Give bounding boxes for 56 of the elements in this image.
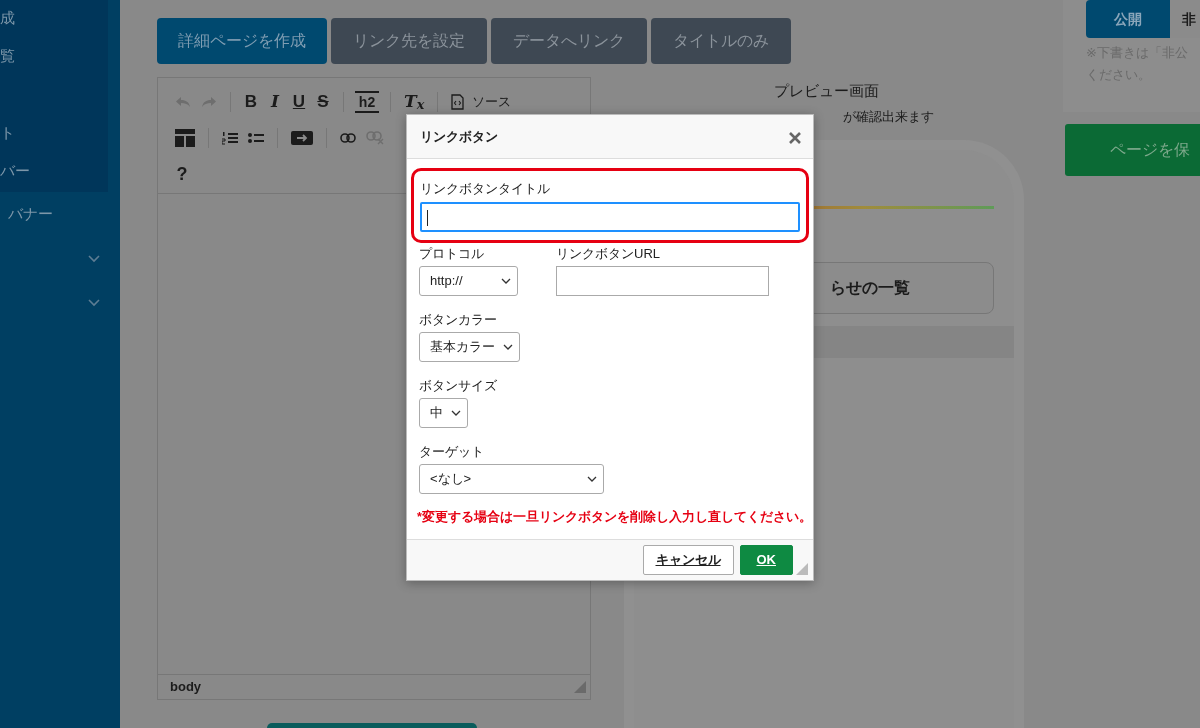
preview-subtitle: が確認出来ます [843, 107, 935, 126]
underline-button[interactable]: U [287, 88, 311, 116]
select-field[interactable]: 中 [419, 398, 468, 428]
sidebar-item[interactable]: バー [0, 161, 108, 199]
chevron-icon[interactable] [88, 253, 100, 263]
heading-button[interactable]: h2 [355, 91, 379, 113]
bold-button[interactable]: B [239, 88, 263, 116]
caret-icon [451, 410, 461, 416]
caret-icon [587, 476, 597, 482]
document-icon [451, 94, 465, 110]
mode-button[interactable]: データへリンク [491, 18, 647, 64]
clear-format-button[interactable]: T$_{x}$ [399, 88, 430, 116]
save-button[interactable]: ページを保 [1065, 124, 1200, 176]
ok-button[interactable]: OK [739, 544, 793, 575]
input-field[interactable] [420, 202, 800, 232]
field-label: ボタンサイズ [419, 378, 497, 394]
mode-button[interactable]: リンク先を設定 [331, 18, 487, 64]
select-value: http:// [430, 272, 463, 291]
sidebar-item[interactable]: バナー [8, 202, 53, 226]
field-label: リンクボタンタイトル [420, 181, 551, 197]
bullet-list-icon[interactable] [248, 132, 264, 144]
preview-title: プレビュー画面 [772, 81, 880, 101]
sidebar-item[interactable]: ト [0, 123, 108, 161]
resize-grip-icon[interactable] [574, 681, 586, 693]
sidebar-item[interactable]: 覧 [0, 46, 108, 84]
sidebar-item[interactable]: 成 [0, 8, 108, 46]
field-label: ターゲット [419, 444, 485, 460]
numbered-list-icon[interactable] [222, 131, 238, 145]
element-path: body [170, 678, 202, 697]
select-field[interactable]: 基本カラー [419, 332, 520, 362]
select-value: <なし> [430, 470, 472, 489]
resize-grip-icon[interactable] [796, 562, 808, 575]
chevron-icon[interactable] [88, 297, 100, 307]
help-button[interactable]: ? [170, 160, 194, 188]
close-icon [789, 132, 801, 145]
input-field[interactable] [556, 266, 769, 296]
select-value: 基本カラー [430, 338, 495, 357]
cancel-button[interactable]: キャンセル [642, 544, 734, 575]
italic-button[interactable]: I [263, 88, 287, 116]
visibility-tab[interactable]: 公開 [1086, 0, 1170, 38]
strikethrough-button[interactable]: S [311, 88, 335, 116]
caret-icon [503, 344, 513, 350]
caret-icon [501, 278, 511, 284]
source-button[interactable]: ソース [446, 88, 517, 116]
field-label: プロトコル [419, 246, 485, 262]
field-label: ボタンカラー [419, 312, 498, 328]
field-label: リンクボタンURL [556, 246, 661, 262]
link-icon[interactable] [340, 133, 356, 143]
dialog-title: リンクボタン [420, 127, 498, 146]
mode-button[interactable]: 詳細ページを作成 [157, 18, 327, 64]
select-value: 中 [430, 404, 443, 423]
select-field[interactable]: <なし> [419, 464, 604, 494]
mode-button[interactable]: タイトルのみ [651, 18, 791, 64]
select-field[interactable]: http:// [419, 266, 518, 296]
layout-icon[interactable] [175, 129, 195, 147]
arrow-button-icon[interactable] [291, 131, 313, 145]
